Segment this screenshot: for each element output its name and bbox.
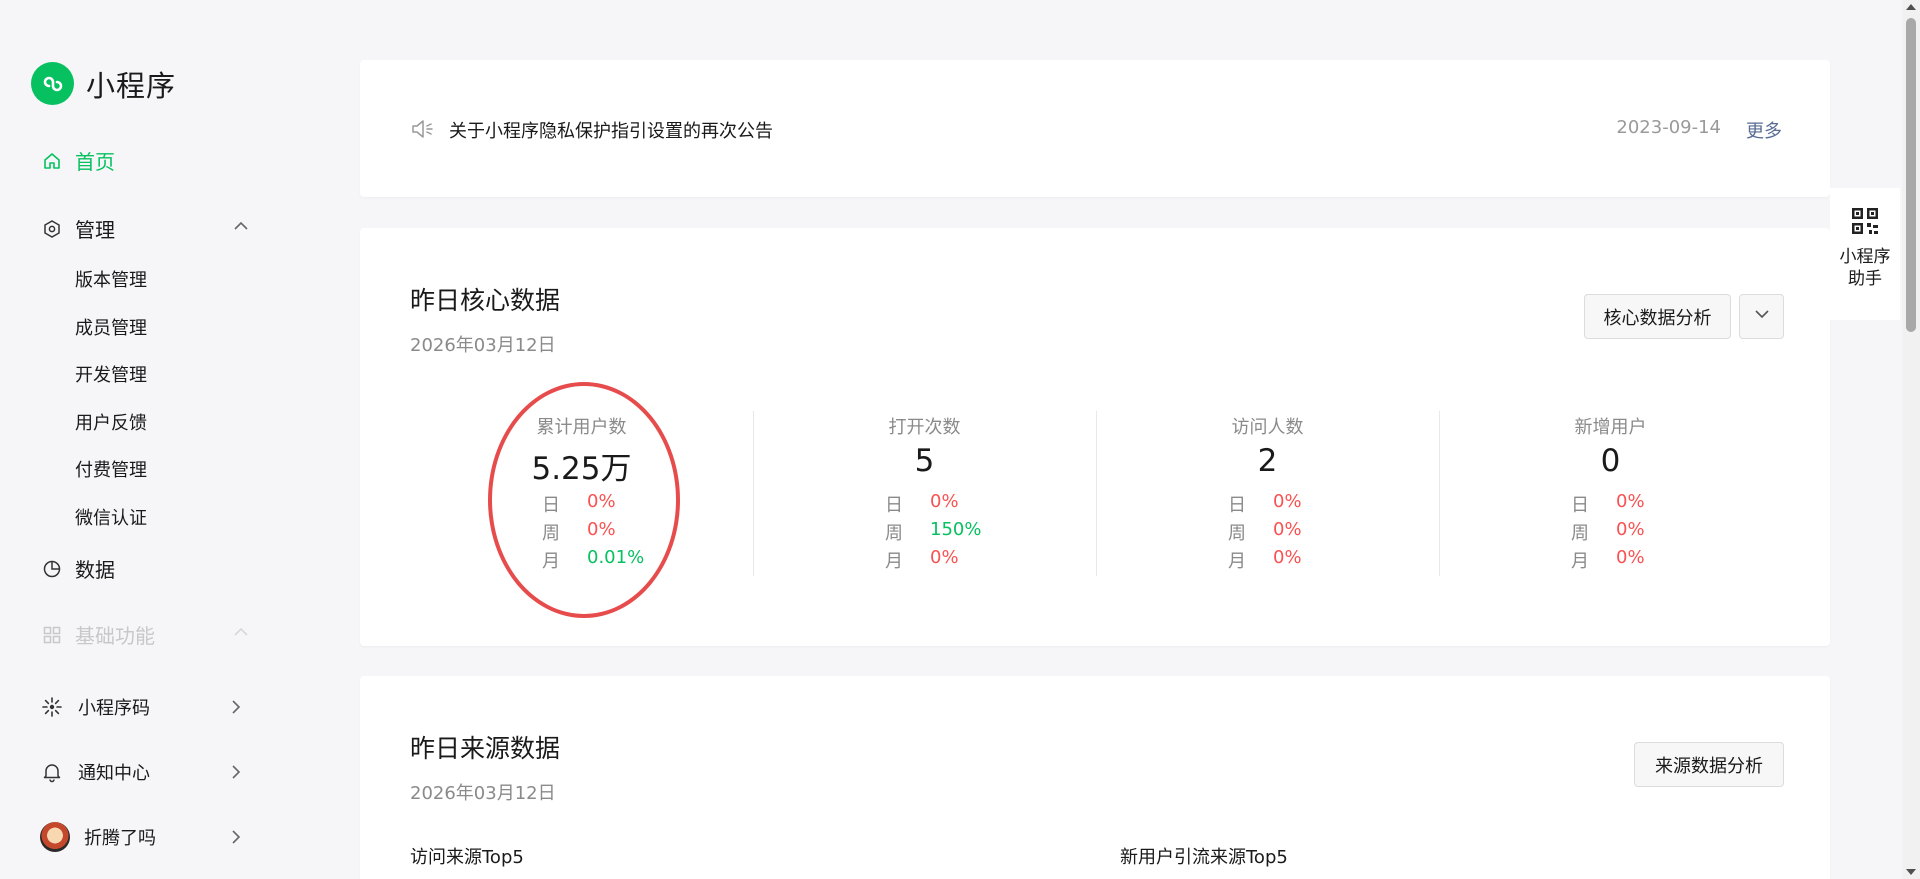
nav-notify-center[interactable]: 通知中心 (40, 757, 246, 787)
pie-chart-icon (41, 558, 63, 580)
stat-week-change: 0% (1616, 519, 1645, 540)
source-data-date: 2026年03月12日 (410, 783, 556, 804)
stat-day-change: 0% (1616, 491, 1645, 512)
period-label: 周 (885, 523, 903, 544)
stat-month-change: 0% (930, 547, 959, 568)
stat-value: 5 (914, 443, 935, 479)
grid-apps-icon (41, 624, 63, 646)
helper-label-line2: 助手 (1848, 269, 1882, 289)
qrcode-icon (1850, 206, 1880, 236)
stat-label: 访问人数 (1231, 417, 1304, 438)
period-label: 月 (885, 551, 903, 572)
notice-date: 2023-09-14 (1616, 117, 1721, 138)
nav-qrcode[interactable]: 小程序码 (40, 692, 246, 722)
scroll-thumb[interactable] (1906, 18, 1916, 332)
stat-label: 新增用户 (1574, 417, 1647, 438)
source-analysis-button[interactable]: 来源数据分析 (1634, 742, 1784, 787)
home-icon (41, 150, 63, 172)
notice-text[interactable]: 关于小程序隐私保护指引设置的再次公告 (449, 117, 773, 143)
nav-user-feedback[interactable]: 用户反馈 (75, 409, 147, 435)
nav-version-manage[interactable]: 版本管理 (75, 266, 147, 292)
core-dropdown-button[interactable] (1739, 294, 1784, 339)
stat-opens[interactable]: 打开次数 5 日 0% 周 150% 月 0% (753, 403, 1096, 572)
nav-manage[interactable]: 管理 (41, 214, 251, 243)
stat-day-change: 0% (1273, 491, 1302, 512)
nav-notify-label: 通知中心 (78, 763, 150, 784)
nav-dev-manage[interactable]: 开发管理 (75, 361, 147, 387)
chevron-up-icon[interactable] (231, 622, 251, 642)
stat-month-change: 0% (1616, 547, 1645, 568)
period-label: 日 (1571, 495, 1589, 516)
miniprogram-logo-icon (31, 62, 74, 105)
visit-source-top5-title: 访问来源Top5 (410, 847, 524, 868)
period-label: 月 (1228, 551, 1246, 572)
core-data-date: 2026年03月12日 (410, 335, 556, 356)
highlight-circle (488, 382, 680, 618)
speaker-icon (410, 116, 436, 142)
chevron-right-icon (226, 697, 246, 717)
chevron-right-icon (226, 827, 246, 847)
nav-wechat-verify[interactable]: 微信认证 (75, 504, 147, 530)
stat-value: 0 (1600, 443, 1621, 479)
avatar (40, 822, 70, 852)
bell-icon (40, 760, 64, 784)
nav-qrcode-label: 小程序码 (78, 698, 150, 719)
nav-manage-label: 管理 (75, 218, 115, 242)
nav-home[interactable]: 首页 (41, 146, 115, 175)
notice-more-link[interactable]: 更多 (1746, 117, 1782, 143)
period-label: 月 (1571, 551, 1589, 572)
sidebar: 小程序 首页 管理 版本管理 成员管理 开发管理 用户反馈 付费管理 微信认证 … (0, 0, 300, 879)
nav-home-label: 首页 (75, 150, 115, 174)
period-label: 日 (885, 495, 903, 516)
stat-week-change: 0% (1273, 519, 1302, 540)
stat-visitors[interactable]: 访问人数 2 日 0% 周 0% 月 0% (1096, 403, 1439, 572)
nav-basic-functions[interactable]: 基础功能 (41, 620, 251, 649)
chevron-up-icon[interactable] (231, 216, 251, 236)
nav-basic-label: 基础功能 (75, 624, 155, 648)
stat-new-users[interactable]: 新增用户 0 日 0% 周 0% 月 0% (1439, 403, 1782, 572)
stat-day-change: 0% (930, 491, 959, 512)
app-name: 小程序 (86, 68, 177, 103)
nav-account[interactable]: 折腾了吗 (40, 822, 246, 852)
chevron-right-icon (226, 762, 246, 782)
nav-payment-manage[interactable]: 付费管理 (75, 456, 147, 482)
notice-card: 关于小程序隐私保护指引设置的再次公告 2023-09-14 更多 (360, 60, 1830, 197)
brand[interactable]: 小程序 (31, 62, 176, 105)
nav-member-manage[interactable]: 成员管理 (75, 314, 147, 340)
source-data-card: 昨日来源数据 2026年03月12日 来源数据分析 访问来源Top5 新用户引流… (360, 676, 1830, 879)
nav-data-label: 数据 (75, 558, 115, 582)
source-data-title: 昨日来源数据 (410, 734, 561, 763)
scroll-up-arrow-icon[interactable] (1906, 4, 1916, 10)
stat-week-change: 150% (930, 519, 982, 540)
nav-data[interactable]: 数据 (41, 554, 115, 583)
helper-label: 小程序 助手 (1840, 246, 1891, 290)
vertical-scrollbar[interactable] (1902, 0, 1920, 879)
core-analysis-button[interactable]: 核心数据分析 (1584, 294, 1731, 339)
hexagon-settings-icon (41, 218, 63, 240)
period-label: 周 (1571, 523, 1589, 544)
miniprogram-helper[interactable]: 小程序 助手 (1830, 188, 1900, 320)
account-name: 折腾了吗 (84, 828, 156, 849)
scroll-down-arrow-icon[interactable] (1906, 869, 1916, 875)
helper-label-line1: 小程序 (1839, 247, 1891, 267)
period-label: 周 (1228, 523, 1246, 544)
stat-label: 打开次数 (888, 417, 961, 438)
stat-month-change: 0% (1273, 547, 1302, 568)
chevron-down-icon (1753, 305, 1771, 328)
miniprogram-code-icon (40, 695, 64, 719)
period-label: 日 (1228, 495, 1246, 516)
stat-value: 2 (1257, 443, 1278, 479)
new-user-source-top5-title: 新用户引流来源Top5 (1120, 847, 1288, 868)
core-data-title: 昨日核心数据 (410, 286, 561, 315)
